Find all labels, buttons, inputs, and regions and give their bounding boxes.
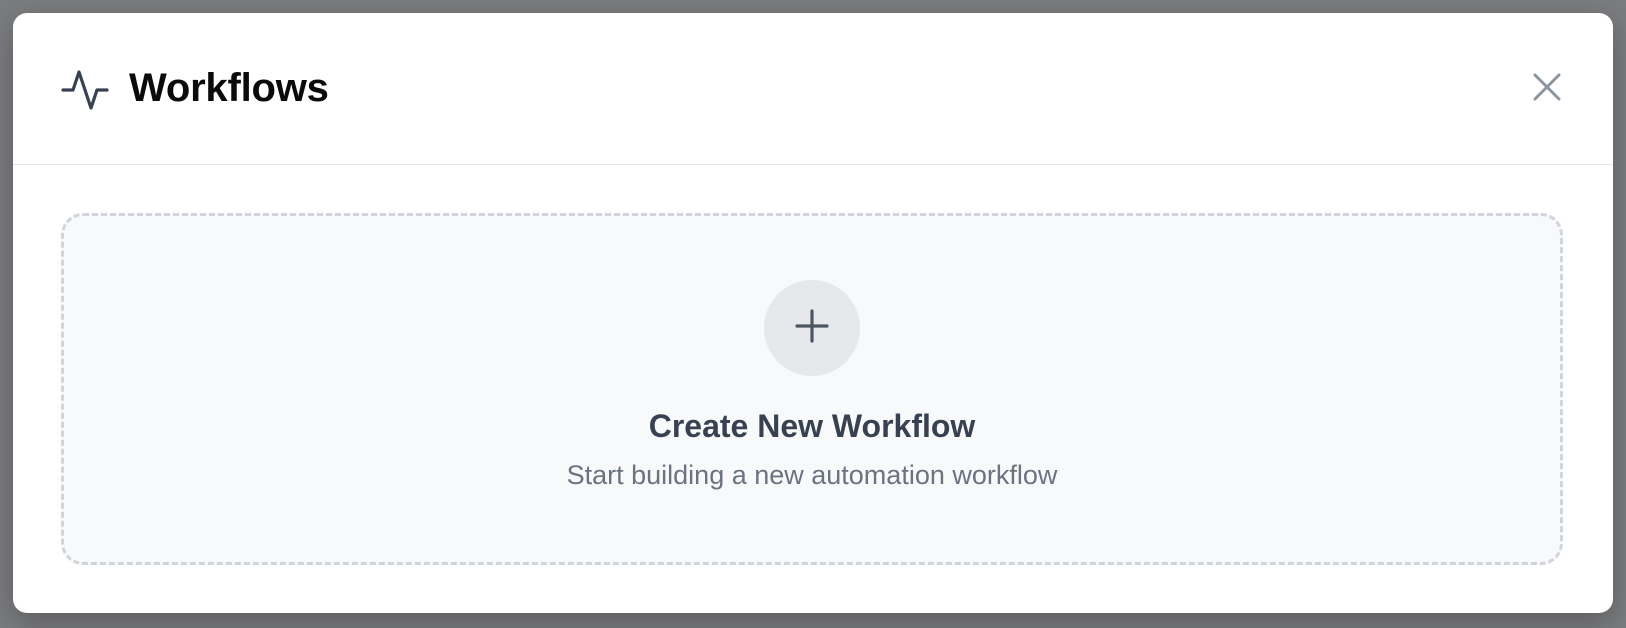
plus-circle <box>764 280 860 376</box>
modal-body: Create New Workflow Start building a new… <box>13 165 1613 565</box>
create-workflow-title: Create New Workflow <box>648 408 976 444</box>
create-workflow-subtitle: Start building a new automation workflow <box>566 460 1058 490</box>
activity-pulse-icon <box>61 66 109 114</box>
page-title: Workflows <box>129 66 329 110</box>
close-icon <box>1532 72 1562 105</box>
modal-header: Workflows <box>13 13 1613 165</box>
close-button[interactable] <box>1527 69 1567 109</box>
plus-icon <box>794 308 830 349</box>
create-new-workflow-card[interactable]: Create New Workflow Start building a new… <box>61 213 1563 565</box>
workflows-modal: Workflows Create New Workflow Start buil… <box>13 13 1613 613</box>
